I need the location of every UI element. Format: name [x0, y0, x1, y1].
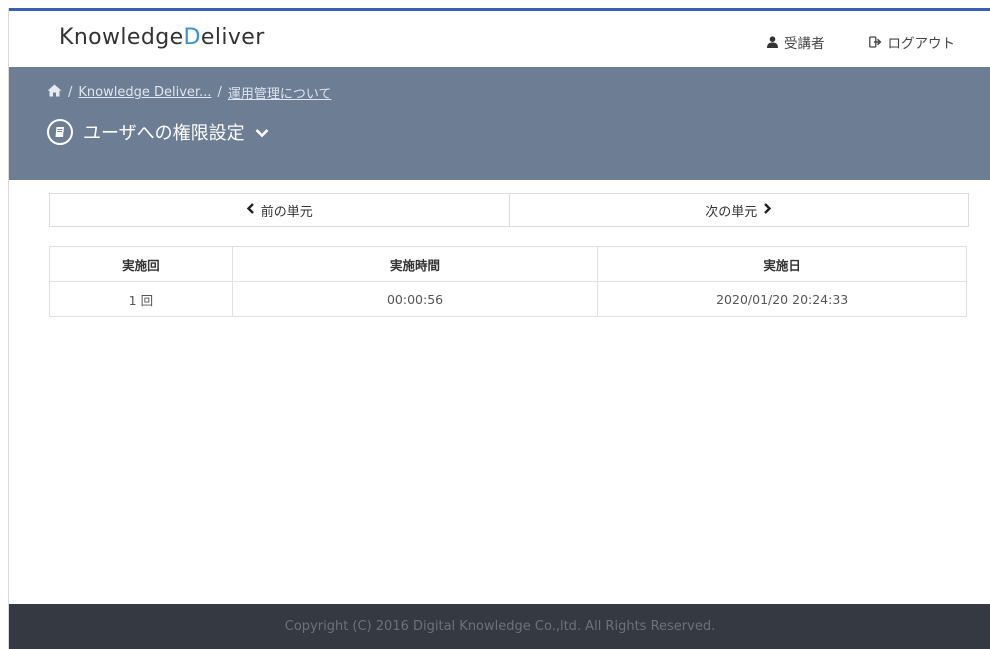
footer: Copyright (C) 2016 Digital Knowledge Co.… [9, 604, 990, 649]
next-unit-button[interactable]: 次の単元 [508, 194, 969, 226]
breadcrumb: / Knowledge Deliver... / 運用管理について [47, 83, 331, 102]
column-header-date: 実施日 [597, 246, 967, 282]
breadcrumb-item-course[interactable]: Knowledge Deliver... [78, 85, 211, 100]
copyright-text: Copyright (C) 2016 Digital Knowledge Co.… [284, 619, 716, 634]
logout-link[interactable]: ログアウト [868, 32, 956, 52]
chevron-right-icon [763, 202, 772, 218]
cell-date: 2020/01/20 20:24:33 [597, 281, 967, 317]
column-header-duration: 実施時間 [231, 246, 599, 282]
logo[interactable]: KnowledgeDeliver [59, 25, 265, 50]
header-actions: 受講者 ログアウト [767, 32, 955, 52]
next-unit-label: 次の単元 [705, 204, 758, 220]
attempt-records-table: 実施回 実施時間 実施日 1 回 00:00:56 2020/01/20 20:… [49, 246, 967, 317]
logout-label: ログアウト [887, 36, 956, 52]
page-title[interactable]: ユーザへの権限設定 [47, 119, 269, 145]
chevron-down-icon[interactable] [255, 122, 269, 143]
home-icon[interactable] [47, 84, 62, 101]
user-menu[interactable]: 受講者 [767, 32, 825, 52]
breadcrumb-separator: / [217, 85, 222, 100]
prev-unit-button[interactable]: 前の単元 [50, 194, 509, 226]
logo-text-deliver: Deliver [183, 25, 265, 50]
unit-navigation: 前の単元 次の単元 [49, 193, 969, 227]
user-label: 受講者 [784, 36, 825, 52]
logout-icon [868, 36, 882, 48]
column-header-attempt: 実施回 [49, 246, 233, 282]
breadcrumb-separator: / [68, 85, 73, 100]
breadcrumb-item-section[interactable]: 運用管理について [228, 83, 332, 102]
cell-attempt: 1 回 [49, 281, 233, 317]
user-icon [767, 36, 778, 48]
app-frame: KnowledgeDeliver 受講者 ログアウト / Knowledge D… [8, 8, 990, 649]
cell-duration: 00:00:56 [231, 281, 599, 317]
table-header-row: 実施回 実施時間 実施日 [49, 246, 967, 282]
page-title-text: ユーザへの権限設定 [83, 123, 245, 144]
header: KnowledgeDeliver 受講者 ログアウト [9, 11, 990, 68]
chevron-left-icon [246, 202, 255, 218]
prev-unit-label: 前の単元 [260, 204, 313, 220]
table-row: 1 回 00:00:56 2020/01/20 20:24:33 [49, 281, 967, 317]
title-bar: / Knowledge Deliver... / 運用管理について ユーザへの権… [9, 67, 990, 180]
book-icon [47, 119, 73, 145]
logo-text-knowledge: Knowledge [59, 25, 184, 50]
